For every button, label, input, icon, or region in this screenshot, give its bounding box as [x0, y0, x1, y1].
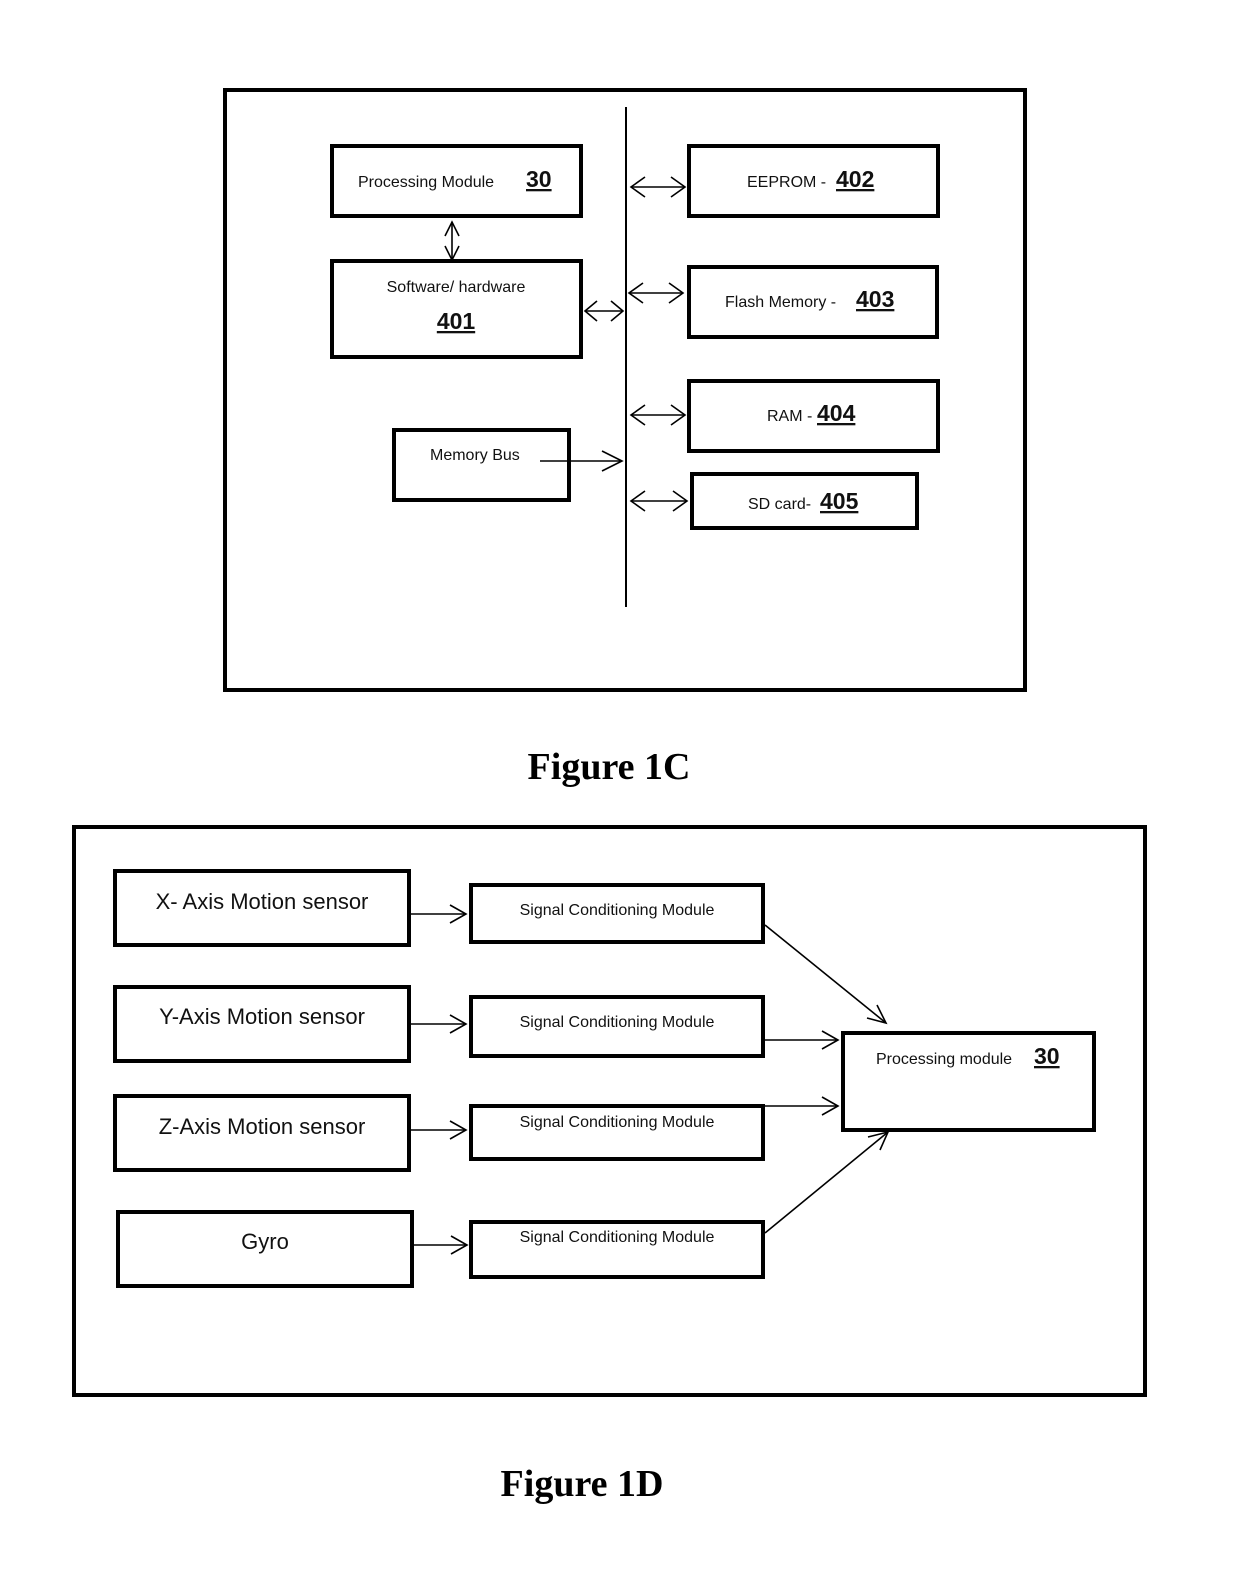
- sensor-label: X- Axis Motion sensor: [156, 889, 369, 914]
- processing-module-box: Processing module 30: [841, 1031, 1096, 1132]
- sensor-box: Y-Axis Motion sensor: [113, 985, 411, 1063]
- sd-card-ref: 405: [820, 488, 859, 514]
- double-arrow-icon: [583, 300, 625, 322]
- signal-conditioning-label: Signal Conditioning Module: [520, 1014, 715, 1031]
- memory-bus-box: Memory Bus: [392, 428, 571, 502]
- figure-1d: X- Axis Motion sensor Y-Axis Motion sens…: [72, 825, 1147, 1505]
- flash-memory-box: Flash Memory - 403: [687, 265, 939, 339]
- arrow-right-icon: [411, 1014, 468, 1034]
- double-arrow-icon: [444, 220, 460, 262]
- arrow-right-icon: [411, 904, 468, 924]
- arrow-right-icon: [765, 1096, 840, 1116]
- figure-1c: Processing Module 30 Software/ hardware …: [223, 88, 1027, 788]
- processing-module-label: Processing module: [876, 1051, 1012, 1068]
- signal-conditioning-label: Signal Conditioning Module: [520, 1229, 715, 1246]
- sd-card-label: SD card-: [748, 496, 811, 513]
- figure-1c-caption: Figure 1C: [528, 746, 691, 788]
- signal-conditioning-box: Signal Conditioning Module: [469, 883, 765, 944]
- flash-memory-label: Flash Memory -: [725, 294, 836, 311]
- eeprom-label: EEPROM -: [747, 174, 826, 191]
- signal-conditioning-box: Signal Conditioning Module: [469, 995, 765, 1058]
- arrow-right-icon: [765, 1030, 840, 1050]
- figure-1d-caption: Figure 1D: [501, 1463, 664, 1505]
- ram-label: RAM -: [767, 408, 812, 425]
- sensor-label: Y-Axis Motion sensor: [159, 1004, 365, 1029]
- arrow-diagonal-icon: [764, 924, 888, 1025]
- signal-conditioning-box: Signal Conditioning Module: [469, 1104, 765, 1161]
- eeprom-box: EEPROM - 402: [687, 144, 940, 218]
- double-arrow-icon: [629, 490, 689, 512]
- patent-figures: Processing Module 30 Software/ hardware …: [72, 88, 1147, 1505]
- ram-ref: 404: [817, 400, 856, 426]
- signal-conditioning-label: Signal Conditioning Module: [520, 1114, 715, 1131]
- sensor-label: Gyro: [241, 1229, 289, 1254]
- signal-conditioning-label: Signal Conditioning Module: [520, 902, 715, 919]
- memory-bus-label: Memory Bus: [430, 447, 520, 464]
- software-hardware-ref: 401: [437, 308, 476, 334]
- sensor-label: Z-Axis Motion sensor: [159, 1114, 366, 1139]
- arrow-diagonal-icon: [764, 1130, 890, 1234]
- sd-card-box: SD card- 405: [690, 472, 919, 530]
- arrow-right-icon: [414, 1235, 469, 1255]
- processing-module-ref: 30: [526, 166, 552, 192]
- sensor-box: X- Axis Motion sensor: [113, 869, 411, 947]
- signal-conditioning-box: Signal Conditioning Module: [469, 1220, 765, 1279]
- eeprom-ref: 402: [836, 166, 874, 192]
- flash-memory-ref: 403: [856, 286, 894, 312]
- processing-module-ref: 30: [1034, 1043, 1060, 1069]
- software-hardware-box: Software/ hardware 401: [330, 259, 583, 359]
- sensor-box: Gyro: [116, 1210, 414, 1288]
- double-arrow-icon: [629, 176, 687, 198]
- ram-box: RAM - 404: [687, 379, 940, 453]
- software-hardware-label: Software/ hardware: [387, 279, 526, 296]
- sensor-box: Z-Axis Motion sensor: [113, 1094, 411, 1172]
- processing-module-label: Processing Module: [358, 174, 494, 191]
- processing-module-box: Processing Module 30: [330, 144, 583, 218]
- double-arrow-icon: [627, 282, 685, 304]
- double-arrow-icon: [629, 404, 687, 426]
- arrow-right-icon: [411, 1120, 468, 1140]
